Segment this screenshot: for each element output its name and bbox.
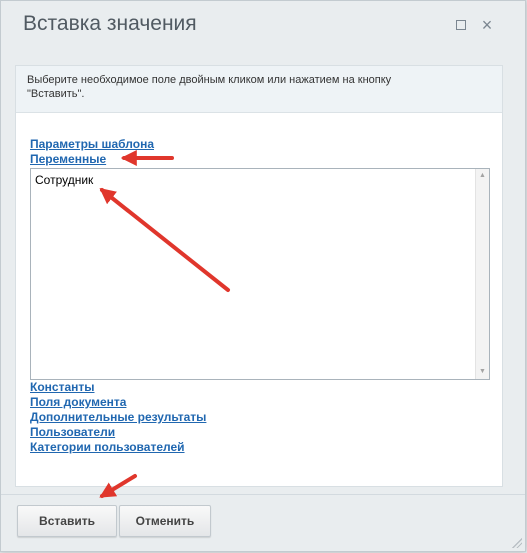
group-link-document-fields[interactable]: Поля документа [30, 395, 126, 409]
triangle-up-icon[interactable]: ▲ [476, 169, 489, 183]
footer-divider [1, 494, 525, 495]
hint-text-line-1: Выберите необходимое поле двойным кликом… [27, 74, 392, 86]
insert-button[interactable]: Вставить [17, 505, 117, 537]
maximize-button[interactable] [453, 17, 469, 33]
triangle-down-icon[interactable]: ▼ [476, 365, 489, 379]
group-link-template-params[interactable]: Параметры шаблона [30, 137, 154, 151]
listbox-scrollbar[interactable]: ▲ ▼ [475, 169, 489, 379]
dialog-content: Выберите необходимое поле двойным кликом… [15, 65, 503, 487]
cancel-button[interactable]: Отменить [119, 505, 211, 537]
dialog-title: Вставка значения [23, 12, 197, 35]
hint-box: Выберите необходимое поле двойным кликом… [16, 66, 502, 113]
maximize-icon [456, 20, 466, 30]
resize-grip-icon[interactable] [512, 538, 522, 548]
list-option-employee[interactable]: Сотрудник [35, 173, 93, 187]
group-link-constants[interactable]: Константы [30, 380, 95, 394]
close-button[interactable]: × [479, 15, 495, 35]
close-icon: × [481, 15, 493, 35]
group-link-variables[interactable]: Переменные [30, 152, 106, 166]
group-link-users[interactable]: Пользователи [30, 425, 115, 439]
group-link-user-categories[interactable]: Категории пользователей [30, 440, 185, 454]
dialog-titlebar[interactable]: Вставка значения × [1, 1, 525, 49]
hint-text-line-2: "Вставить". [27, 88, 85, 100]
field-listbox[interactable]: Сотрудник ▲ ▼ [30, 168, 490, 380]
insert-value-dialog: Вставка значения × Выберите необходимое … [0, 0, 526, 552]
group-link-additional-results[interactable]: Дополнительные результаты [30, 410, 206, 424]
